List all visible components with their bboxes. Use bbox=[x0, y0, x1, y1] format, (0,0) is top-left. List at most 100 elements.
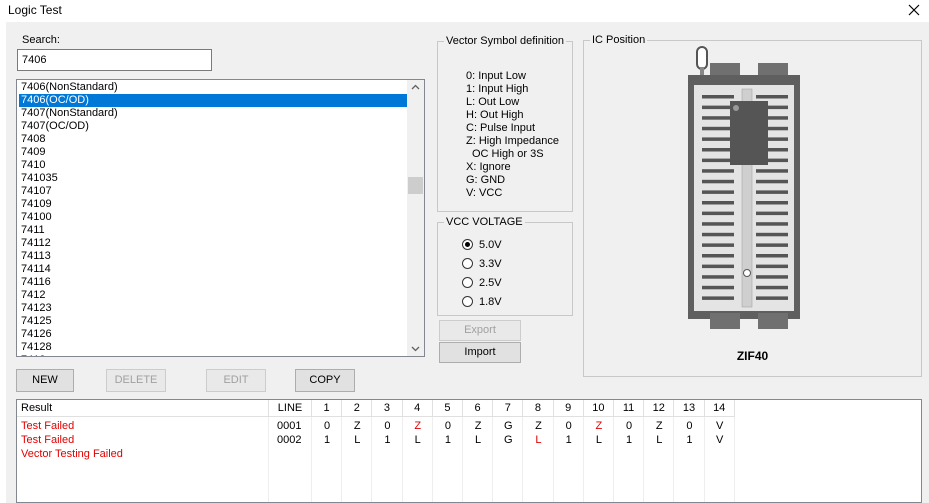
ic-list-item[interactable]: 74112 bbox=[19, 237, 408, 250]
ic-list-item[interactable]: 7406(NonStandard) bbox=[19, 81, 408, 94]
zif-pin bbox=[702, 116, 734, 120]
results-table[interactable]: Result LINE 1 2 3 4 5 6 7 8 9 10 11 12 13 14 Test Faile… bbox=[16, 399, 922, 503]
ic-list-item[interactable]: 74109 bbox=[19, 198, 408, 211]
vcc-option-1-8V[interactable]: 1.8V bbox=[462, 296, 502, 309]
export-button[interactable]: Export bbox=[439, 320, 521, 341]
copy-button[interactable]: COPY bbox=[295, 369, 355, 392]
ic-list-item[interactable]: 7409 bbox=[19, 146, 408, 159]
vcc-option-label: 5.0V bbox=[479, 239, 502, 251]
zif-pin bbox=[702, 105, 734, 110]
column-header[interactable]: 1 bbox=[312, 400, 343, 417]
vcc-option-2-5V[interactable]: 2.5V bbox=[462, 277, 502, 290]
ic-list-item[interactable]: 74107 bbox=[19, 185, 408, 198]
zif-pin bbox=[702, 243, 734, 247]
pin-vector-cell: 1 bbox=[626, 434, 633, 446]
zif-bottom-tab-right bbox=[758, 313, 788, 329]
ic-list-item[interactable]: 7406(OC/OD) bbox=[19, 94, 408, 107]
column-header[interactable]: 14 bbox=[704, 400, 735, 417]
zif-pin bbox=[756, 190, 788, 194]
ic-list-item[interactable]: 74125 bbox=[19, 315, 408, 328]
line-cell: 0001 bbox=[277, 420, 302, 432]
column-header[interactable]: 2 bbox=[342, 400, 373, 417]
column-header[interactable]: 7 bbox=[493, 400, 524, 417]
ic-list-item[interactable]: 74123 bbox=[19, 302, 408, 315]
delete-button[interactable]: DELETE bbox=[106, 369, 166, 392]
zif-pin bbox=[702, 285, 734, 290]
zif-pin bbox=[702, 201, 734, 205]
column-header[interactable]: 6 bbox=[463, 400, 494, 417]
pin-vector-cell: V bbox=[716, 434, 724, 446]
ic-list[interactable]: 7406(NonStandard) 7406(OC/OD) 7407(NonStan… bbox=[16, 79, 425, 357]
zif-pin bbox=[702, 232, 734, 237]
column-header[interactable]: 10 bbox=[583, 400, 614, 417]
column-header[interactable]: 8 bbox=[523, 400, 554, 417]
column-header[interactable]: 12 bbox=[644, 400, 675, 417]
socket-label: ZIF40 bbox=[736, 349, 769, 363]
pin-vector-cell: 1 bbox=[444, 434, 451, 446]
zif-pin bbox=[702, 126, 734, 131]
radio-icon[interactable] bbox=[462, 258, 473, 269]
ic-list-item[interactable]: 741035 bbox=[19, 172, 408, 185]
vector-symbol-line: G: GND bbox=[466, 174, 506, 186]
vcc-option-5-0V[interactable]: 5.0V bbox=[462, 239, 502, 252]
ic-list-item[interactable]: 7413 bbox=[19, 354, 408, 356]
ic-list-item[interactable]: 7407(NonStandard) bbox=[19, 107, 408, 120]
ic-list-item[interactable]: 74113 bbox=[19, 250, 408, 263]
pin-vector-cell: G bbox=[504, 420, 513, 432]
ic-list-item[interactable]: 7407(OC/OD) bbox=[19, 120, 408, 133]
column-header[interactable]: 9 bbox=[553, 400, 584, 417]
column-header[interactable]: 5 bbox=[432, 400, 463, 417]
zif-pin bbox=[702, 222, 734, 226]
close-icon[interactable] bbox=[905, 1, 923, 19]
search-input[interactable] bbox=[17, 49, 212, 71]
column-header[interactable]: LINE bbox=[269, 400, 312, 417]
ic-list-item[interactable]: 7408 bbox=[19, 133, 408, 146]
pin-vector-cell: 0 bbox=[686, 420, 693, 432]
radio-icon[interactable] bbox=[462, 296, 473, 307]
pin-vector-cell: V bbox=[716, 420, 724, 432]
ic-list-item[interactable]: 74114 bbox=[19, 263, 408, 276]
zif-pin bbox=[756, 232, 788, 237]
new-button[interactable]: NEW bbox=[16, 369, 74, 392]
pin-vector-cell: L bbox=[354, 434, 361, 446]
zif-pin bbox=[702, 254, 734, 258]
ic-list-item[interactable]: 74116 bbox=[19, 276, 408, 289]
pin-vector-cell: L bbox=[656, 434, 663, 446]
column-header[interactable]: Result bbox=[17, 400, 269, 417]
ic-list-item[interactable]: 74128 bbox=[19, 341, 408, 354]
ic-list-item[interactable]: 7411 bbox=[19, 224, 408, 237]
radio-icon[interactable] bbox=[462, 239, 473, 250]
pin-vector-cell: 1 bbox=[686, 434, 693, 446]
zif-pin bbox=[756, 169, 788, 173]
scroll-thumb[interactable] bbox=[408, 177, 423, 194]
ic-list-item[interactable]: 7412 bbox=[19, 289, 408, 302]
ic-list-item[interactable]: 7410 bbox=[19, 159, 408, 172]
scroll-up-icon[interactable] bbox=[411, 83, 420, 92]
column-header[interactable]: 4 bbox=[402, 400, 433, 417]
scroll-down-icon[interactable] bbox=[411, 344, 420, 353]
ic-list-item[interactable]: 74100 bbox=[19, 211, 408, 224]
zif-pin bbox=[756, 179, 788, 184]
vcc-option-3-3V[interactable]: 3.3V bbox=[462, 258, 502, 271]
ic-list-item[interactable]: 74126 bbox=[19, 328, 408, 341]
column-header[interactable]: 11 bbox=[614, 400, 645, 417]
zif-pin bbox=[756, 254, 788, 258]
list-scrollbar[interactable] bbox=[407, 80, 424, 356]
vcc-option-label: 1.8V bbox=[479, 296, 502, 308]
vcc-voltage-group: VCC VOLTAGE 5.0V 3.3V 2.5V 1.8V bbox=[437, 216, 573, 316]
zif-pin bbox=[702, 158, 734, 163]
vcc-option-label: 2.5V bbox=[479, 277, 502, 289]
zif-pin bbox=[702, 137, 734, 141]
import-button[interactable]: Import bbox=[439, 342, 521, 363]
zif-pin bbox=[702, 211, 734, 216]
pin-vector-cell: L bbox=[595, 434, 602, 446]
pin-vector-cell: G bbox=[504, 434, 513, 446]
column-header[interactable]: 13 bbox=[674, 400, 705, 417]
edit-button[interactable]: EDIT bbox=[206, 369, 266, 392]
result-cell: Test Failed bbox=[21, 434, 75, 446]
ic-position-title: IC Position bbox=[590, 34, 648, 47]
radio-icon[interactable] bbox=[462, 277, 473, 288]
column-header[interactable]: 3 bbox=[372, 400, 403, 417]
zif-pin bbox=[756, 285, 788, 290]
pin-vector-cell: Z bbox=[595, 420, 603, 432]
